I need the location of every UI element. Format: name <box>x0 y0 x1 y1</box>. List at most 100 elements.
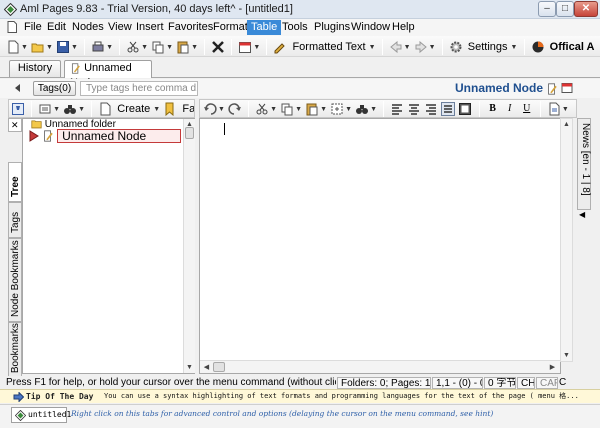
undo-dropdown-arrow[interactable]: ▼ <box>218 106 225 113</box>
page-properties-icon[interactable] <box>547 102 561 116</box>
settings-dropdown-arrow[interactable]: ▼ <box>511 44 518 51</box>
calendar-dropdown-arrow[interactable]: ▼ <box>253 44 260 51</box>
print-icon[interactable] <box>91 40 105 54</box>
pin-icon[interactable] <box>11 102 25 116</box>
scroll-down-icon[interactable]: ▼ <box>184 362 195 373</box>
scroll-thumb[interactable] <box>185 127 194 139</box>
gear-icon[interactable] <box>449 40 463 54</box>
vtab-tags[interactable]: Tags <box>8 202 22 238</box>
tags-button[interactable]: Tags(0) <box>33 81 76 96</box>
tree-panel[interactable]: Unnamed folder Unnamed Node ▲ ▼ <box>22 118 195 374</box>
copy-icon[interactable] <box>151 40 165 54</box>
text-editor[interactable] <box>199 118 561 374</box>
menu-view[interactable]: View <box>104 20 136 35</box>
tags-back-icon[interactable] <box>12 82 24 94</box>
forward-dropdown-arrow[interactable]: ▼ <box>429 44 436 51</box>
bold-icon[interactable]: B <box>486 102 500 116</box>
scroll-up-icon[interactable]: ▲ <box>561 119 572 130</box>
insert-object-dropdown-arrow[interactable]: ▼ <box>345 106 352 113</box>
vtab-tree[interactable]: Tree <box>8 162 22 202</box>
align-left-icon[interactable] <box>390 102 404 116</box>
tab-history[interactable]: History <box>9 60 61 77</box>
create-label[interactable]: Create <box>117 103 150 115</box>
close-panel-icon[interactable]: ✕ <box>8 118 22 132</box>
paste-dropdown-arrow[interactable]: ▼ <box>191 44 198 51</box>
cut-dropdown-arrow[interactable]: ▼ <box>141 44 148 51</box>
editor-vertical-scrollbar[interactable]: ▲ ▼ <box>560 118 573 362</box>
scroll-down-icon[interactable]: ▼ <box>561 350 572 361</box>
tree-node-label[interactable]: Unnamed Node <box>57 129 182 143</box>
menu-nodes[interactable]: Nodes <box>68 20 108 35</box>
binoculars-icon[interactable] <box>63 102 77 116</box>
tree-scrollbar[interactable]: ▲ ▼ <box>183 119 195 373</box>
back-dropdown-arrow[interactable]: ▼ <box>404 44 411 51</box>
save-icon[interactable] <box>56 40 70 54</box>
underline-icon[interactable]: U <box>520 102 534 116</box>
tags-input[interactable]: Type tags here comma d... <box>80 81 198 96</box>
menu-tools[interactable]: Tools <box>278 20 312 35</box>
page-properties-dropdown-arrow[interactable]: ▼ <box>562 106 569 113</box>
settings-label[interactable]: Settings <box>468 41 508 53</box>
office-logo-icon[interactable] <box>531 40 545 54</box>
menu-edit[interactable]: Edit <box>43 20 70 35</box>
menu-insert[interactable]: Insert <box>132 20 168 35</box>
paste-icon[interactable] <box>176 40 190 54</box>
create-node-icon[interactable] <box>98 102 112 116</box>
view-options-dropdown-arrow[interactable]: ▼ <box>53 106 60 113</box>
copy-dropdown-arrow[interactable]: ▼ <box>166 44 173 51</box>
new-dropdown-arrow[interactable]: ▼ <box>21 44 28 51</box>
menu-help[interactable]: Help <box>388 20 419 35</box>
menu-file[interactable]: File <box>20 20 46 35</box>
minimize-button[interactable]: – <box>538 1 556 17</box>
paste-dropdown-arrow[interactable]: ▼ <box>320 106 327 113</box>
back-arrow-icon[interactable] <box>389 40 403 54</box>
cut-icon[interactable] <box>255 102 269 116</box>
editor-horizontal-scrollbar[interactable]: ◀ ▶ <box>200 360 560 373</box>
menu-table[interactable]: Table <box>247 20 282 35</box>
close-button[interactable]: ✕ <box>574 1 598 17</box>
open-folder-icon[interactable] <box>31 40 45 54</box>
calendar-icon[interactable] <box>238 40 252 54</box>
find-binoculars-icon[interactable] <box>355 102 369 116</box>
scroll-left-icon[interactable]: ◀ <box>201 362 212 373</box>
formatted-text-label[interactable]: Formatted Text <box>292 41 365 53</box>
print-dropdown-arrow[interactable]: ▼ <box>106 44 113 51</box>
forward-arrow-icon[interactable] <box>414 40 428 54</box>
open-dropdown-arrow[interactable]: ▼ <box>46 44 53 51</box>
copy-dropdown-arrow[interactable]: ▼ <box>295 106 302 113</box>
delete-icon[interactable] <box>211 40 225 54</box>
view-options-icon[interactable] <box>38 102 52 116</box>
calendar-red-icon[interactable] <box>561 82 573 94</box>
document-tab-untitled1[interactable]: untitled1 <box>11 407 71 423</box>
favorites-icon[interactable] <box>163 102 177 116</box>
paste-icon[interactable] <box>305 102 319 116</box>
undo-icon[interactable] <box>203 102 217 116</box>
justify-icon[interactable] <box>441 102 456 116</box>
offical-label[interactable]: Offical A <box>550 41 595 53</box>
italic-icon[interactable]: I <box>503 102 517 116</box>
copy-icon[interactable] <box>280 102 294 116</box>
tree-node-item[interactable]: Unnamed Node <box>29 129 182 143</box>
menu-format[interactable]: Format <box>209 20 252 35</box>
cut-icon[interactable] <box>126 40 140 54</box>
align-center-icon[interactable] <box>407 102 421 116</box>
align-right-icon[interactable] <box>424 102 438 116</box>
tab-unnamed-node[interactable]: Unnamed Node <box>64 60 152 89</box>
create-dropdown-arrow[interactable]: ▼ <box>153 106 160 113</box>
find-dropdown-arrow[interactable]: ▼ <box>370 106 377 113</box>
formatted-text-icon[interactable] <box>273 40 287 54</box>
horizontal-scroll-thumb[interactable] <box>213 362 225 372</box>
formatted-text-dropdown-arrow[interactable]: ▼ <box>369 44 376 51</box>
news-side-tab[interactable]: News [en - 1 | 8] <box>577 118 591 210</box>
save-dropdown-arrow[interactable]: ▼ <box>71 44 78 51</box>
scroll-right-icon[interactable]: ▶ <box>547 362 558 373</box>
cut-dropdown-arrow[interactable]: ▼ <box>270 106 277 113</box>
frame-box-icon[interactable] <box>458 102 472 116</box>
maximize-button[interactable]: □ <box>556 1 574 17</box>
tip-badge[interactable]: Tip Of The Day <box>12 391 93 402</box>
new-page-icon[interactable] <box>6 40 20 54</box>
news-collapse-arrow[interactable]: ◀ <box>579 210 585 219</box>
vtab-node-bookmarks[interactable]: Node Bookmarks <box>8 238 22 322</box>
insert-object-icon[interactable] <box>330 102 344 116</box>
fav-label[interactable]: Fav <box>182 103 194 115</box>
